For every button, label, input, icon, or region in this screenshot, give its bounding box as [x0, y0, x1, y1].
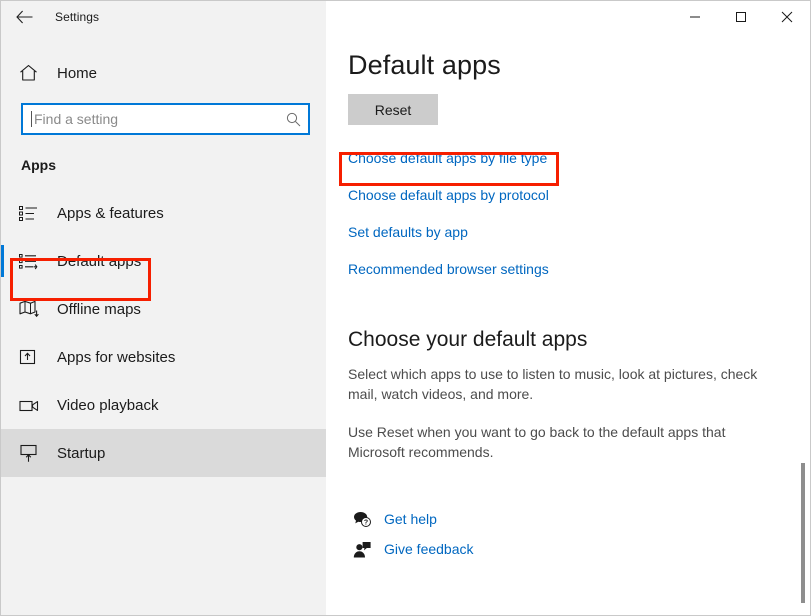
list-arrow-icon [19, 249, 49, 273]
sidebar-item-video-playback[interactable]: Video playback [1, 381, 326, 429]
window-controls [672, 1, 810, 33]
sidebar-item-label: Apps for websites [57, 349, 175, 366]
search-container [21, 103, 310, 135]
sidebar-item-label: Offline maps [57, 301, 141, 318]
sidebar-item-offline-maps[interactable]: Offline maps [1, 285, 326, 333]
sidebar-item-startup[interactable]: Startup [1, 429, 326, 477]
footer-links-group: ? Get help Give feedback [326, 504, 810, 564]
selection-accent-bar [1, 245, 4, 277]
sidebar-home-label: Home [57, 65, 97, 82]
link-set-defaults-by-app[interactable]: Set defaults by app [348, 219, 468, 245]
search-box[interactable] [21, 103, 310, 135]
description-paragraph-2: Use Reset when you want to go back to th… [348, 422, 760, 462]
description-paragraph-1: Select which apps to use to listen to mu… [348, 364, 760, 404]
arrow-left-icon [16, 10, 33, 24]
sidebar: Home Apps [1, 1, 326, 615]
minimize-button[interactable] [672, 1, 718, 33]
settings-window: Settings [0, 0, 811, 616]
vertical-scrollbar[interactable] [797, 33, 809, 615]
title-bar: Settings [1, 1, 810, 33]
sidebar-item-label: Video playback [57, 397, 158, 414]
sidebar-item-label: Startup [57, 445, 105, 462]
link-give-feedback[interactable]: Give feedback [384, 541, 474, 557]
back-button[interactable] [1, 1, 47, 33]
window-title: Settings [55, 10, 99, 24]
page-title: Default apps [348, 50, 810, 81]
maximize-icon [735, 11, 747, 23]
search-input[interactable] [32, 111, 278, 127]
sidebar-item-apps-for-websites[interactable]: Apps for websites [1, 333, 326, 381]
section-heading-choose-your-default-apps: Choose your default apps [348, 328, 810, 352]
sidebar-nav-list: Apps & features Default apps [1, 189, 326, 477]
link-choose-default-apps-by-file-type[interactable]: Choose default apps by file type [348, 145, 547, 171]
svg-text:?: ? [363, 519, 367, 526]
reset-button[interactable]: Reset [348, 94, 438, 125]
link-get-help[interactable]: Get help [384, 511, 437, 527]
video-camera-icon [19, 393, 49, 417]
home-icon [19, 61, 49, 85]
link-recommended-browser-settings[interactable]: Recommended browser settings [348, 256, 549, 282]
close-icon [781, 11, 793, 23]
map-download-icon [19, 297, 49, 321]
minimize-icon [689, 11, 701, 23]
maximize-button[interactable] [718, 1, 764, 33]
search-icon[interactable] [278, 112, 308, 127]
scrollbar-thumb[interactable] [801, 463, 805, 603]
sidebar-item-label: Default apps [57, 253, 141, 270]
sidebar-item-apps-features[interactable]: Apps & features [1, 189, 326, 237]
main-content: Default apps Reset Choose default apps b… [326, 1, 810, 615]
sidebar-item-home[interactable]: Home [1, 53, 326, 93]
sidebar-item-label: Apps & features [57, 205, 164, 222]
give-feedback-row[interactable]: Give feedback [348, 534, 810, 564]
settings-links-group: Choose default apps by file type Choose … [326, 145, 810, 282]
list-icon [19, 201, 49, 225]
feedback-person-icon [348, 541, 376, 558]
monitor-arrow-up-icon [19, 441, 49, 465]
close-button[interactable] [764, 1, 810, 33]
help-chat-icon: ? [348, 511, 376, 528]
get-help-row[interactable]: ? Get help [348, 504, 810, 534]
sidebar-item-default-apps[interactable]: Default apps [1, 237, 326, 285]
link-choose-default-apps-by-protocol[interactable]: Choose default apps by protocol [348, 182, 549, 208]
sidebar-section-title: Apps [21, 157, 326, 173]
box-arrow-up-icon [19, 345, 49, 369]
